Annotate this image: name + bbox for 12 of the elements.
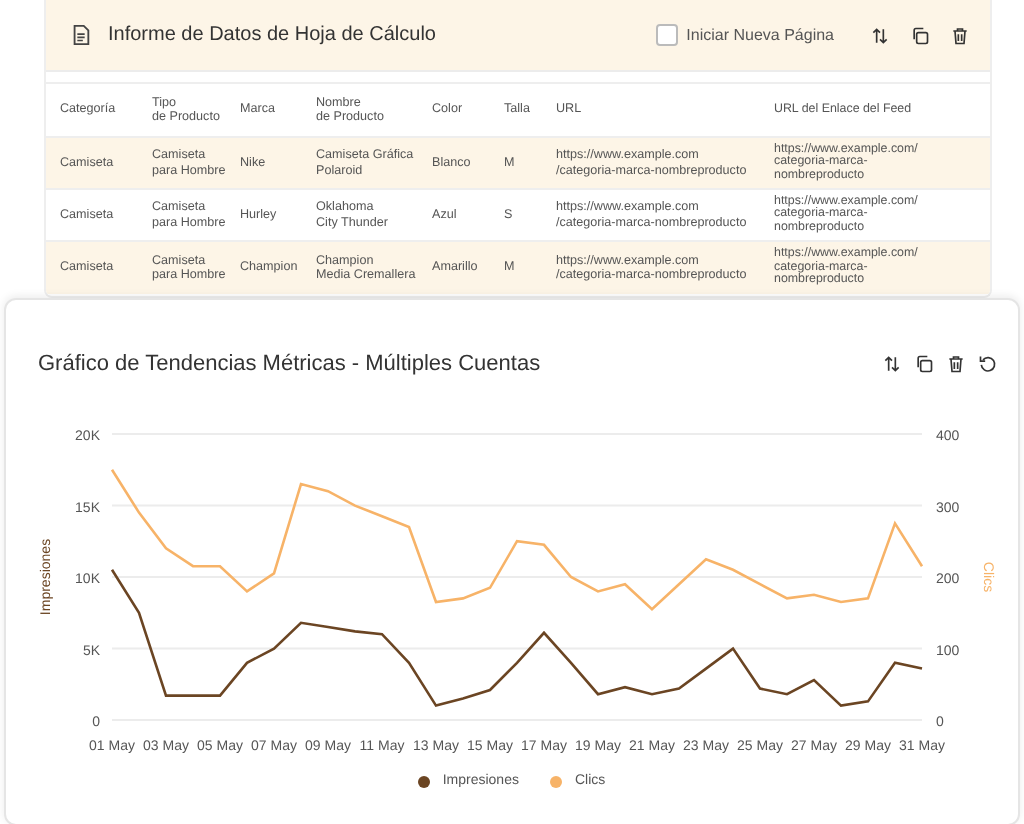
- sort-icon[interactable]: [882, 353, 902, 373]
- trash-icon[interactable]: [950, 25, 970, 45]
- document-icon: [70, 24, 92, 46]
- refresh-icon[interactable]: [978, 353, 998, 373]
- report-title: Informe de Datos de Hoja de Cálculo: [108, 24, 438, 46]
- trash-icon[interactable]: [946, 353, 966, 373]
- copy-icon[interactable]: [910, 25, 930, 45]
- copy-icon[interactable]: [914, 353, 934, 373]
- checkbox-label[interactable]: Iniciar Nueva Página: [686, 26, 834, 44]
- checkbox[interactable]: [656, 24, 679, 46]
- sort-icon[interactable]: [870, 25, 890, 45]
- chart-title: Gráfico de Tendencias Métricas - Múltiples Cuentas: [38, 351, 543, 375]
